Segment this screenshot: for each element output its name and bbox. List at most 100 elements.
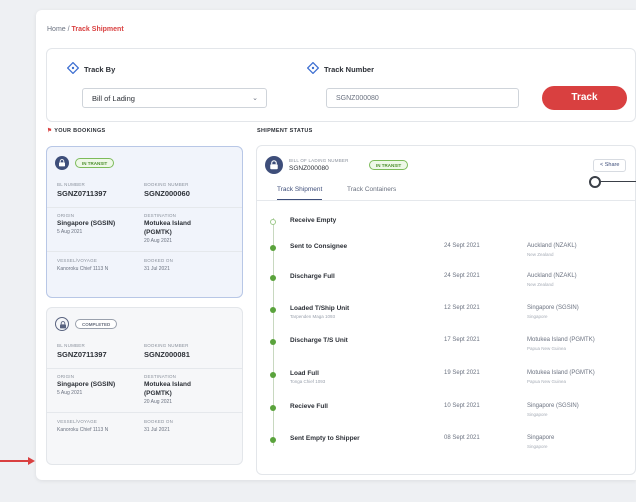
- event-location: Singapore (SGSIN): [527, 403, 579, 409]
- timeline-event: Sent to Consignee 24 Sept 2021 Auckland …: [257, 242, 635, 272]
- timeline-event: Load Full Tonga Chief 1093 19 Sept 2021 …: [257, 369, 635, 399]
- booking-number-label: BOOKING NUMBER: [144, 182, 189, 187]
- event-location-country: Singapore: [527, 314, 548, 319]
- annotation-marker: [589, 176, 601, 188]
- destination-label: DESTINATION: [144, 374, 177, 379]
- origin-value: Singapore (SGSIN): [57, 381, 116, 388]
- event-location-country: Singapore: [527, 444, 548, 449]
- destination-label: DESTINATION: [144, 213, 177, 218]
- status-badge: COMPLETED: [75, 319, 118, 329]
- event-name: Sent Empty to Shipper: [290, 435, 360, 442]
- booking-number-value: SGNZ000060: [144, 189, 190, 198]
- share-button[interactable]: < Share: [593, 159, 627, 172]
- diamond-target-icon: [67, 62, 79, 74]
- share-icon: <: [600, 162, 604, 168]
- origin-value: Singapore (SGSIN): [57, 220, 116, 227]
- arrow-right-icon: [28, 457, 35, 465]
- bol-number-value: SGNZ000080: [289, 165, 329, 172]
- event-location: Motukea Island (PGMTK): [527, 337, 595, 343]
- timeline-dot: [270, 275, 276, 281]
- destination-date: 20 Aug 2021: [144, 238, 173, 244]
- bl-number-label: BL NUMBER: [57, 343, 85, 348]
- lock-icon: [55, 156, 69, 170]
- vessel-label: VESSEL/VOYAGE: [57, 258, 98, 263]
- event-date: 19 Sept 2021: [444, 370, 480, 376]
- event-location-country: Papua New Guinea: [527, 379, 567, 384]
- event-date: 17 Sept 2021: [444, 337, 480, 343]
- divider: [47, 412, 242, 413]
- event-location: Motukea Island (PGMTK): [527, 370, 595, 376]
- track-button[interactable]: Track: [542, 86, 627, 110]
- app-frame: Home / Track Shipment Track By Bill of L…: [36, 10, 636, 480]
- event-name: Recieve Full: [290, 403, 328, 410]
- origin-label: ORIGIN: [57, 213, 75, 218]
- lock-icon: [55, 317, 69, 331]
- divider: [47, 207, 242, 208]
- booking-card[interactable]: COMPLETED BL NUMBER SGNZ0711397 BOOKING …: [46, 307, 243, 465]
- track-search-card: Track By Bill of Lading ⌄ Track Number T…: [46, 48, 636, 122]
- your-bookings-title: YOUR BOOKINGS: [54, 128, 106, 134]
- bl-number-label: BL NUMBER: [57, 182, 85, 187]
- bl-number-value: SGNZ0711397: [57, 189, 107, 198]
- annotation-arrow: [0, 460, 30, 462]
- your-bookings-heading: ⚑ YOUR BOOKINGS: [47, 128, 106, 134]
- destination-date: 20 Aug 2021: [144, 399, 173, 405]
- event-location: Singapore: [527, 435, 555, 441]
- breadcrumb: Home / Track Shipment: [47, 26, 124, 33]
- timeline-event: Loaded T/Ship Unit Tarpenden Maga 1093 1…: [257, 304, 635, 334]
- vessel-value: Kanoroku Chief 1113 N: [57, 427, 109, 433]
- track-by-value: Bill of Lading: [92, 94, 135, 103]
- booking-card[interactable]: IN TRANSIT BL NUMBER SGNZ0711397 BOOKING…: [46, 146, 243, 298]
- origin-label: ORIGIN: [57, 374, 75, 379]
- tab-track-containers[interactable]: Track Containers: [347, 186, 396, 199]
- timeline-dot: [270, 219, 276, 225]
- destination-code: (PGMTK): [144, 229, 172, 236]
- event-date: 12 Sept 2021: [444, 305, 480, 311]
- event-location-country: Singapore: [527, 412, 548, 417]
- lock-icon: [265, 156, 283, 174]
- breadcrumb-home[interactable]: Home: [47, 26, 66, 33]
- shipment-status-panel: BILL OF LADING NUMBER SGNZ000080 IN TRAN…: [256, 145, 636, 475]
- timeline-event: Sent Empty to Shipper 08 Sept 2021 Singa…: [257, 434, 635, 464]
- event-name: Loaded T/Ship Unit: [290, 305, 350, 312]
- booked-on-value: 31 Jul 2021: [144, 427, 170, 433]
- track-by-select[interactable]: Bill of Lading ⌄: [82, 88, 267, 108]
- annotation-line: [601, 181, 636, 182]
- track-by-label: Track By: [84, 65, 116, 74]
- event-location: Auckland (NZAKL): [527, 273, 577, 279]
- timeline-dot: [270, 245, 276, 251]
- event-name: Load Full: [290, 370, 319, 377]
- flag-icon: ⚑: [47, 128, 53, 134]
- origin-date: 5 Aug 2021: [57, 229, 83, 235]
- timeline-dot: [270, 405, 276, 411]
- booking-number-value: SGNZ000081: [144, 350, 190, 359]
- event-date: 24 Sept 2021: [444, 243, 480, 249]
- tab-track-shipment[interactable]: Track Shipment: [277, 186, 323, 200]
- booked-on-label: BOOKED ON: [144, 419, 174, 424]
- share-label: Share: [604, 162, 620, 168]
- event-location: Auckland (NZAKL): [527, 243, 577, 249]
- booked-on-value: 31 Jul 2021: [144, 266, 170, 272]
- event-vessel: Tarpenden Maga 1093: [290, 314, 336, 319]
- timeline-event: Recieve Full 10 Sept 2021 Singapore (SGS…: [257, 402, 635, 432]
- timeline-event: Discharge Full 24 Sept 2021 Auckland (NZ…: [257, 272, 635, 302]
- divider: [47, 251, 242, 252]
- timeline-dot: [270, 437, 276, 443]
- divider: [47, 368, 242, 369]
- booked-on-label: BOOKED ON: [144, 258, 174, 263]
- bol-number-label: BILL OF LADING NUMBER: [289, 158, 349, 163]
- origin-date: 5 Aug 2021: [57, 390, 83, 396]
- chevron-down-icon: ⌄: [252, 95, 258, 102]
- diamond-target-icon: [307, 62, 319, 74]
- event-location-country: New Zealand: [527, 252, 554, 257]
- event-name: Sent to Consignee: [290, 243, 348, 250]
- event-date: 08 Sept 2021: [444, 435, 480, 441]
- track-number-input[interactable]: [326, 88, 519, 108]
- timeline-event: Discharge T/S Unit 17 Sept 2021 Motukea …: [257, 336, 635, 366]
- event-location-country: Papua New Guinea: [527, 346, 567, 351]
- event-location-country: New Zealand: [527, 282, 554, 287]
- tabs-divider: [257, 200, 635, 201]
- event-name: Discharge T/S Unit: [290, 337, 348, 344]
- event-name: Discharge Full: [290, 273, 335, 280]
- destination-value: Motukea Island: [144, 381, 191, 388]
